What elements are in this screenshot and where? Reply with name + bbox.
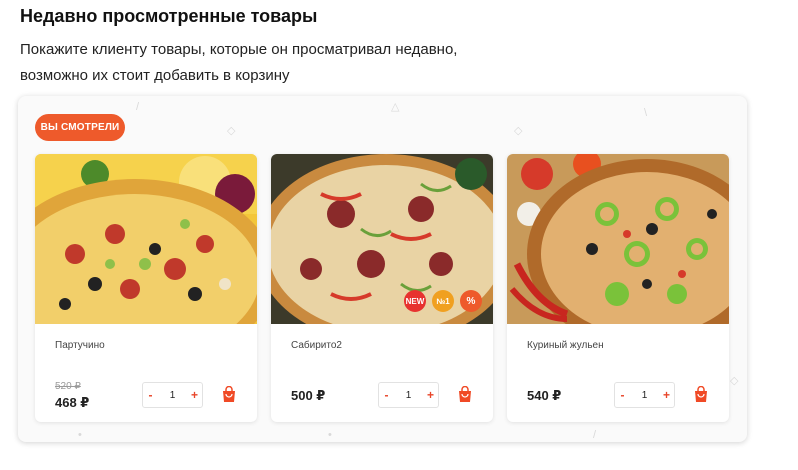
increase-button[interactable]: +	[423, 388, 438, 402]
product-image[interactable]	[507, 154, 729, 324]
quantity-input[interactable]	[630, 389, 659, 401]
decor-line: /	[593, 429, 597, 441]
cart-icon[interactable]	[457, 386, 473, 403]
label-top: №1	[432, 290, 454, 312]
product-price: 468 ₽	[55, 395, 90, 410]
decor-diamond: ◇	[227, 125, 236, 137]
decor-diamond: ◇	[730, 375, 739, 387]
section-title: Недавно просмотренные товары	[20, 6, 318, 26]
decor-triangle: △	[391, 101, 400, 113]
product-image[interactable]	[35, 154, 257, 324]
quantity-stepper: - +	[614, 382, 675, 408]
decor-diamond: ◇	[514, 125, 523, 137]
decor-line: /	[136, 101, 140, 113]
description-line-1: Покажите клиенту товары, которые он прос…	[20, 41, 458, 58]
product-name[interactable]: Куриный жульен	[527, 340, 604, 351]
product-card[interactable]: Партучино 520 ₽ 468 ₽ - +	[35, 154, 257, 422]
label-new: NEW	[404, 290, 426, 312]
product-card[interactable]: Куриный жульен 540 ₽ - +	[507, 154, 729, 422]
decrease-button[interactable]: -	[615, 388, 630, 402]
quantity-stepper: - +	[378, 382, 439, 408]
description-line-2: возможно их стоит добавить в корзину	[20, 67, 290, 84]
viewed-badge: ВЫ СМОТРЕЛИ	[35, 114, 125, 141]
increase-button[interactable]: +	[659, 388, 674, 402]
decor-dot: •	[328, 429, 332, 441]
decrease-button[interactable]: -	[143, 388, 158, 402]
product-price: 500 ₽	[291, 388, 326, 403]
cart-icon[interactable]	[221, 386, 237, 403]
product-name[interactable]: Партучино	[55, 340, 105, 351]
product-price: 540 ₽	[527, 388, 562, 403]
quantity-input[interactable]	[394, 389, 423, 401]
decor-dot: •	[78, 429, 82, 441]
increase-button[interactable]: +	[187, 388, 202, 402]
decor-line: \	[644, 107, 648, 119]
quantity-stepper: - +	[142, 382, 203, 408]
recently-viewed-widget: ◇ / △ ◇ \ • / • ◇ ВЫ СМОТРЕЛИ Партучино …	[18, 96, 747, 442]
product-name[interactable]: Сабирито2	[291, 340, 342, 351]
label-discount: %	[460, 290, 482, 312]
product-card[interactable]: NEW №1 % Сабирито2 500 ₽ - +	[271, 154, 493, 422]
cart-icon[interactable]	[693, 386, 709, 403]
product-old-price: 520 ₽	[55, 381, 81, 392]
decrease-button[interactable]: -	[379, 388, 394, 402]
section-description: Покажите клиенту товары, которые он прос…	[20, 37, 540, 89]
quantity-input[interactable]	[158, 389, 187, 401]
